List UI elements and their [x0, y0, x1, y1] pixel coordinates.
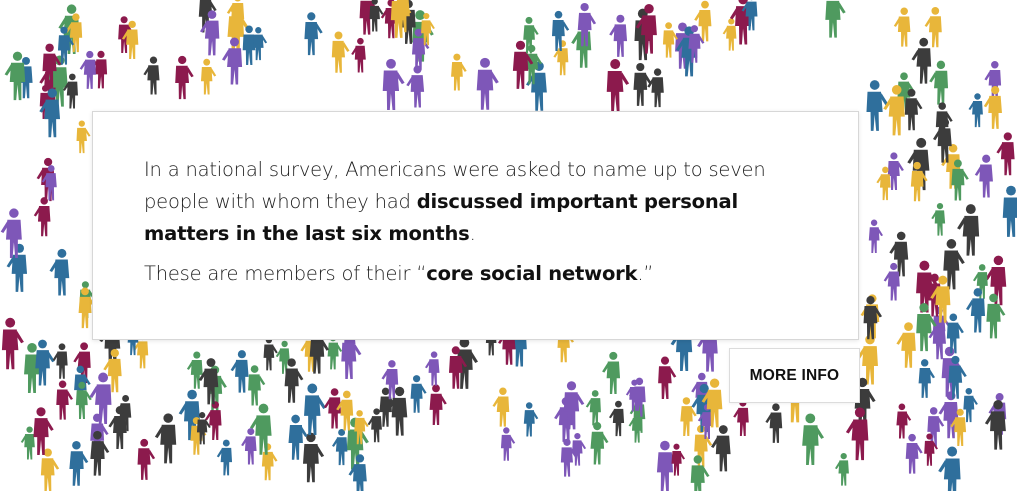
person-figure — [137, 438, 156, 480]
person-figure — [602, 351, 621, 394]
person-figure — [996, 132, 1015, 176]
person-figure — [304, 12, 323, 56]
person-figure — [523, 402, 539, 437]
person-figure — [476, 57, 499, 110]
person-figure — [186, 351, 203, 389]
person-figure — [690, 455, 710, 491]
person-figure — [382, 58, 405, 110]
person-figure — [4, 51, 26, 101]
person-figure — [304, 383, 326, 436]
person-figure — [253, 27, 268, 61]
person-figure — [802, 413, 824, 465]
person-figure — [33, 197, 51, 237]
core-network-paragraph: These are members of their “core social … — [144, 262, 654, 285]
person-figure — [671, 443, 685, 476]
person-figure — [331, 31, 350, 73]
person-figure — [606, 59, 630, 112]
person-figure — [658, 356, 677, 400]
person-figure — [866, 80, 889, 131]
person-figure — [154, 413, 177, 464]
person-figure — [56, 380, 73, 420]
person-figure — [302, 432, 325, 483]
person-figure — [896, 403, 912, 439]
person-figure — [410, 375, 427, 413]
person-figure — [963, 387, 978, 423]
person-figure — [825, 0, 846, 38]
person-figure — [1002, 185, 1017, 237]
person-figure — [76, 120, 91, 154]
person-figure — [905, 433, 923, 474]
person-figure — [216, 439, 233, 476]
person-figure — [929, 60, 949, 105]
person-figure — [1, 317, 24, 370]
person-figure — [523, 16, 539, 54]
person-figure — [79, 50, 96, 89]
person-figure — [332, 428, 348, 466]
person-figure — [590, 422, 609, 465]
person-figure — [284, 358, 304, 403]
person-figure — [722, 18, 737, 51]
person-figure — [868, 219, 883, 254]
person-figure — [911, 37, 932, 84]
person-figure — [49, 248, 70, 296]
person-figure — [609, 400, 625, 437]
person-figure — [451, 53, 467, 91]
person-figure — [835, 452, 849, 486]
person-figure — [585, 390, 601, 426]
person-figure — [983, 86, 1002, 129]
person-figure — [500, 427, 516, 461]
person-figure — [883, 262, 900, 301]
person-figure — [863, 296, 882, 340]
person-figure — [984, 61, 1002, 101]
person-figure — [429, 384, 447, 426]
person-figure — [765, 403, 783, 443]
person-figure — [248, 365, 266, 406]
person-figure — [918, 359, 935, 398]
person-figure — [241, 428, 257, 465]
person-figure — [200, 58, 217, 95]
person-figure — [406, 65, 425, 108]
person-figure — [492, 387, 510, 427]
person-figure — [893, 7, 911, 47]
person-figure — [263, 336, 278, 371]
person-figure — [733, 399, 749, 437]
person-figure — [711, 425, 731, 472]
person-figure — [896, 322, 916, 368]
intro-card: In a national survey, Americans were ask… — [92, 111, 859, 340]
person-figure — [609, 14, 628, 57]
person-figure — [143, 56, 160, 95]
person-figure — [957, 204, 980, 256]
person-figure — [968, 93, 983, 128]
person-figure — [52, 343, 68, 379]
person-figure — [938, 446, 961, 491]
person-figure — [974, 154, 993, 198]
person-figure — [647, 68, 664, 108]
person-figure — [33, 407, 54, 455]
core-network-emphasis: core social network — [426, 262, 638, 285]
person-figure — [367, 408, 382, 443]
person-figure — [425, 351, 440, 386]
person-figure — [230, 350, 249, 393]
person-figure — [69, 440, 89, 486]
person-figure — [551, 10, 570, 52]
person-figure — [572, 432, 587, 466]
person-figure — [351, 37, 366, 73]
person-figure — [261, 443, 278, 481]
person-figure — [931, 202, 946, 236]
person-figure — [175, 55, 194, 100]
more-info-button[interactable]: MORE INFO — [729, 348, 860, 403]
person-figure — [986, 293, 1006, 339]
person-figure — [205, 401, 222, 440]
intro-paragraph: In a national survey, Americans were ask… — [144, 158, 766, 245]
person-figure — [20, 426, 35, 460]
person-figure — [966, 288, 986, 333]
person-figure — [35, 339, 55, 386]
